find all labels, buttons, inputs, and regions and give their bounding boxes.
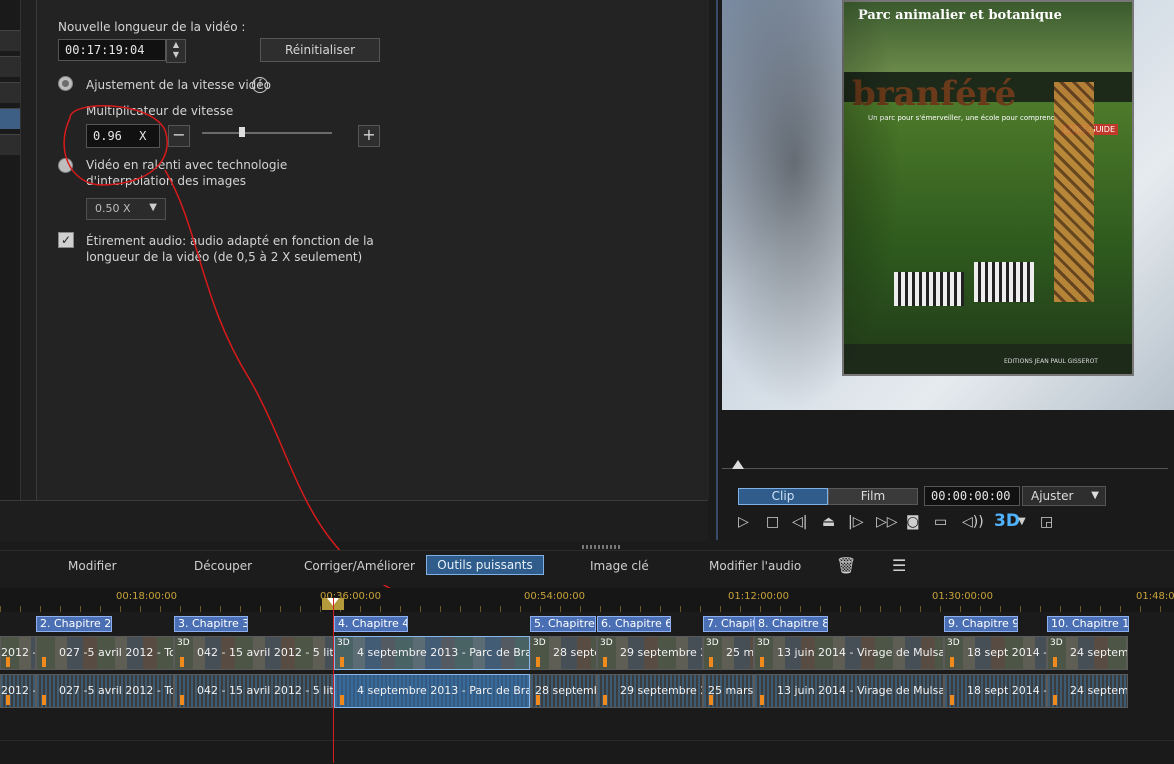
video-clip[interactable]: 3D 042 - 15 avril 2012 - 5 litre <box>174 636 334 670</box>
audio-clip[interactable]: 13 juin 2014 - Virage de Mulsan <box>754 674 944 708</box>
video-clip[interactable]: 3D 18 sept 2014 - <box>944 636 1047 670</box>
ruler-tick: 01:12:00:00 <box>728 591 790 602</box>
next-frame-icon[interactable]: |▷ <box>848 514 863 530</box>
tab-modifier[interactable]: Modifier <box>68 559 117 573</box>
ruler-tick: 01:48:00 <box>1136 591 1174 602</box>
audio-clip[interactable]: 18 sept 2014 - <box>944 674 1047 708</box>
chapter-marker[interactable]: 3. Chapitre 3 <box>174 616 248 632</box>
display-icon[interactable]: ▭ <box>934 514 947 530</box>
audio-clip[interactable]: 28 septemb <box>530 674 597 708</box>
seek-thumb[interactable] <box>732 460 744 469</box>
ruler-tick: 01:30:00:00 <box>932 591 994 602</box>
tab-image-cle[interactable]: Image clé <box>590 559 649 573</box>
chapter-marker[interactable]: 9. Chapitre 9 <box>944 616 1018 632</box>
resize-grip[interactable] <box>582 545 622 549</box>
book-editor: EDITIONS JEAN PAUL GISSEROT <box>1004 358 1098 365</box>
video-preview[interactable]: Parc animalier et botanique branféré Un … <box>722 0 1174 410</box>
video-clip-selected[interactable]: 3D 4 septembre 2013 - Parc de Branf <box>334 636 530 670</box>
audio-clip[interactable]: 2012 - M <box>0 674 36 708</box>
audio-clip[interactable]: 042 - 15 avril 2012 - 5 litre <box>174 674 334 708</box>
tab-corriger[interactable]: Corriger/Améliorer <box>304 559 415 573</box>
undock-icon[interactable]: ◲ <box>1040 514 1053 530</box>
trash-icon[interactable]: 🗑 <box>836 556 856 575</box>
zebra-figure-2 <box>974 262 1034 302</box>
playhead-line[interactable] <box>333 598 334 763</box>
preview-timecode[interactable]: 00:00:00:00 <box>924 486 1020 506</box>
3d-mode-icon[interactable]: 3D <box>994 511 1020 531</box>
fit-select-value: Ajuster <box>1031 489 1074 503</box>
video-clip[interactable]: 2012 - M <box>0 636 36 670</box>
preview-seek-bar[interactable] <box>722 458 1168 472</box>
chevron-down-icon: ▼ <box>1091 490 1099 501</box>
video-clip[interactable]: 3D 25 m <box>703 636 754 670</box>
chapter-marker[interactable]: 7. Chapitre 7 <box>703 616 757 632</box>
snapshot-icon[interactable]: ◙ <box>906 514 920 530</box>
split-icon[interactable]: ⏏ <box>822 514 835 530</box>
audio-track: 2012 - M 027 -5 avril 2012 - Tou 042 - 1… <box>0 674 1128 708</box>
play-icon[interactable]: ▷ <box>738 514 749 530</box>
chapter-list-icon[interactable]: ☰ <box>892 556 906 575</box>
zebra-figure <box>894 272 964 306</box>
audio-clip[interactable]: 29 septembre 2 <box>597 674 703 708</box>
video-track: 2012 - M 027 -5 avril 2012 - Tou 3D042 -… <box>0 636 1128 670</box>
tab-decouper[interactable]: Découper <box>194 559 252 573</box>
edit-toolbar: Modifier Découper Corriger/Améliorer Out… <box>0 545 1174 585</box>
audio-clip-selected[interactable]: 4 septembre 2013 - Parc de Branf <box>334 674 530 708</box>
previous-frame-icon[interactable]: ◁| <box>792 514 807 530</box>
giraffe-figure <box>1054 82 1094 302</box>
chapter-marker[interactable]: 8. Chapitre 8 <box>754 616 828 632</box>
video-clip[interactable]: 3D 28 septe <box>530 636 597 670</box>
mode-film-button[interactable]: Film <box>828 488 918 505</box>
ruler-tick: 00:18:00:00 <box>116 591 178 602</box>
mode-clip-button[interactable]: Clip <box>738 488 828 505</box>
fast-forward-icon[interactable]: ▷▷ <box>876 514 898 530</box>
chapter-marker[interactable]: 2. Chapitre 2 <box>36 616 112 632</box>
video-clip[interactable]: 3D24 septemb <box>1047 636 1128 670</box>
chapter-marker[interactable]: 10. Chapitre 10 <box>1047 616 1129 632</box>
volume-icon[interactable]: ◁)) <box>962 514 984 530</box>
video-clip[interactable]: 3D 13 juin 2014 - Virage de Mulsan <box>754 636 944 670</box>
leaf-shadow <box>722 0 902 410</box>
chapter-track: 2. Chapitre 2 3. Chapitre 3 4. Chapitre … <box>0 612 1174 634</box>
chapter-marker[interactable]: 4. Chapitre 4 <box>334 616 408 632</box>
timeline-ruler[interactable]: 00:18:00:00 00:36:00:00 00:54:00:00 01:1… <box>0 588 1174 613</box>
seek-track <box>722 468 1168 469</box>
stop-icon[interactable]: □ <box>766 514 779 530</box>
chapter-marker[interactable]: 5. Chapitre 5 <box>530 616 596 632</box>
tab-modifier-audio[interactable]: Modifier l'audio <box>709 559 801 573</box>
video-clip[interactable]: 027 -5 avril 2012 - Tou <box>36 636 174 670</box>
audio-clip[interactable]: 027 -5 avril 2012 - Tou <box>36 674 174 708</box>
video-clip[interactable]: 3D 29 septembre 2 <box>597 636 703 670</box>
audio-clip[interactable]: 25 mars <box>703 674 754 708</box>
chevron-down-icon[interactable]: ▼ <box>1018 516 1026 527</box>
tab-outils-puissants[interactable]: Outils puissants <box>426 555 544 575</box>
chapter-marker[interactable]: 6. Chapitre 6 <box>597 616 671 632</box>
audio-clip[interactable]: 24 septemb <box>1047 674 1128 708</box>
empty-track <box>0 740 1174 764</box>
ruler-tick: 00:54:00:00 <box>524 591 586 602</box>
fit-select[interactable]: Ajuster ▼ <box>1022 486 1106 506</box>
